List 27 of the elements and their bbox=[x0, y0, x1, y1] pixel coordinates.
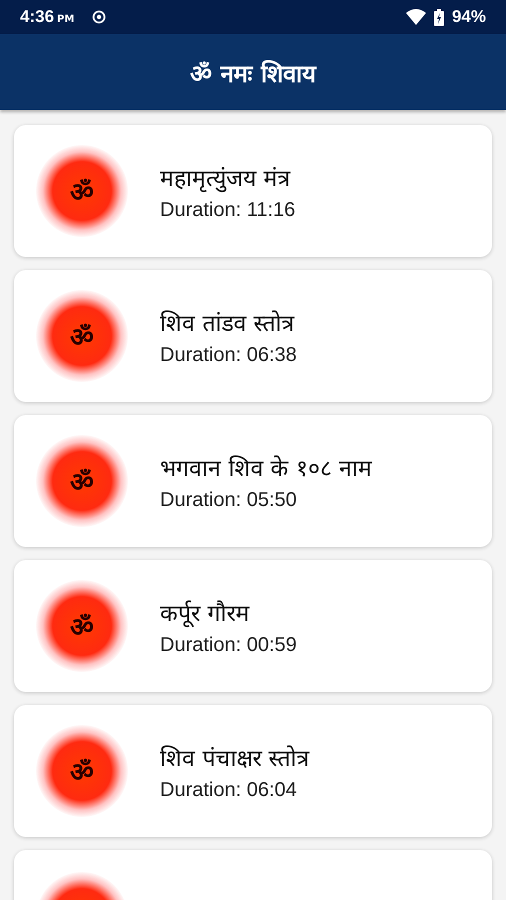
battery-percentage: 94% bbox=[452, 7, 486, 27]
om-icon: ॐ bbox=[36, 725, 128, 817]
om-icon: ॐ bbox=[36, 435, 128, 527]
location-icon bbox=[92, 10, 106, 24]
track-title: महामृत्युंजय मंत्र bbox=[160, 164, 292, 192]
wifi-icon bbox=[406, 9, 426, 25]
clock: 4:36 bbox=[20, 7, 54, 27]
track-duration: Duration: 11:16 bbox=[160, 198, 296, 222]
app-title: ॐ नमः शिवाय bbox=[190, 58, 316, 88]
track-title: शिव पंचाक्षर स्तोत्र bbox=[160, 744, 310, 772]
track-card[interactable]: ॐ शिव तांडव स्तोत्र Duration: 06:38 bbox=[14, 270, 492, 402]
track-title: शिव तांडव स्तोत्र bbox=[160, 309, 296, 338]
om-icon: ॐ bbox=[36, 145, 128, 237]
track-duration: Duration: 05:50 bbox=[160, 488, 298, 512]
track-duration: Duration: 06:38 bbox=[160, 344, 297, 366]
track-card[interactable]: ॐ शिव पंचाक्षर स्तोत्र Duration: 06:04 bbox=[14, 705, 492, 837]
track-card[interactable]: ॐ भगवान शिव के १०८ नाम Duration: 05:50 bbox=[14, 415, 492, 547]
battery-icon bbox=[434, 8, 444, 26]
track-duration: Duration: 06:04 bbox=[160, 778, 298, 802]
clock-period: PM bbox=[57, 14, 74, 24]
track-card[interactable]: ॐ महामृत्युंजय मंत्र Duration: 11:16 bbox=[14, 125, 492, 257]
track-title: कर्पूर गौरम bbox=[160, 599, 251, 628]
track-duration: Duration: 00:59 bbox=[160, 634, 297, 656]
track-title: भगवान शिव के १०८ नाम bbox=[160, 454, 372, 482]
om-icon: ॐ bbox=[36, 580, 128, 672]
track-card[interactable]: ॐ कर्पूर गौरम Duration: 00:59 bbox=[14, 560, 492, 692]
om-icon: ॐ bbox=[36, 290, 128, 382]
